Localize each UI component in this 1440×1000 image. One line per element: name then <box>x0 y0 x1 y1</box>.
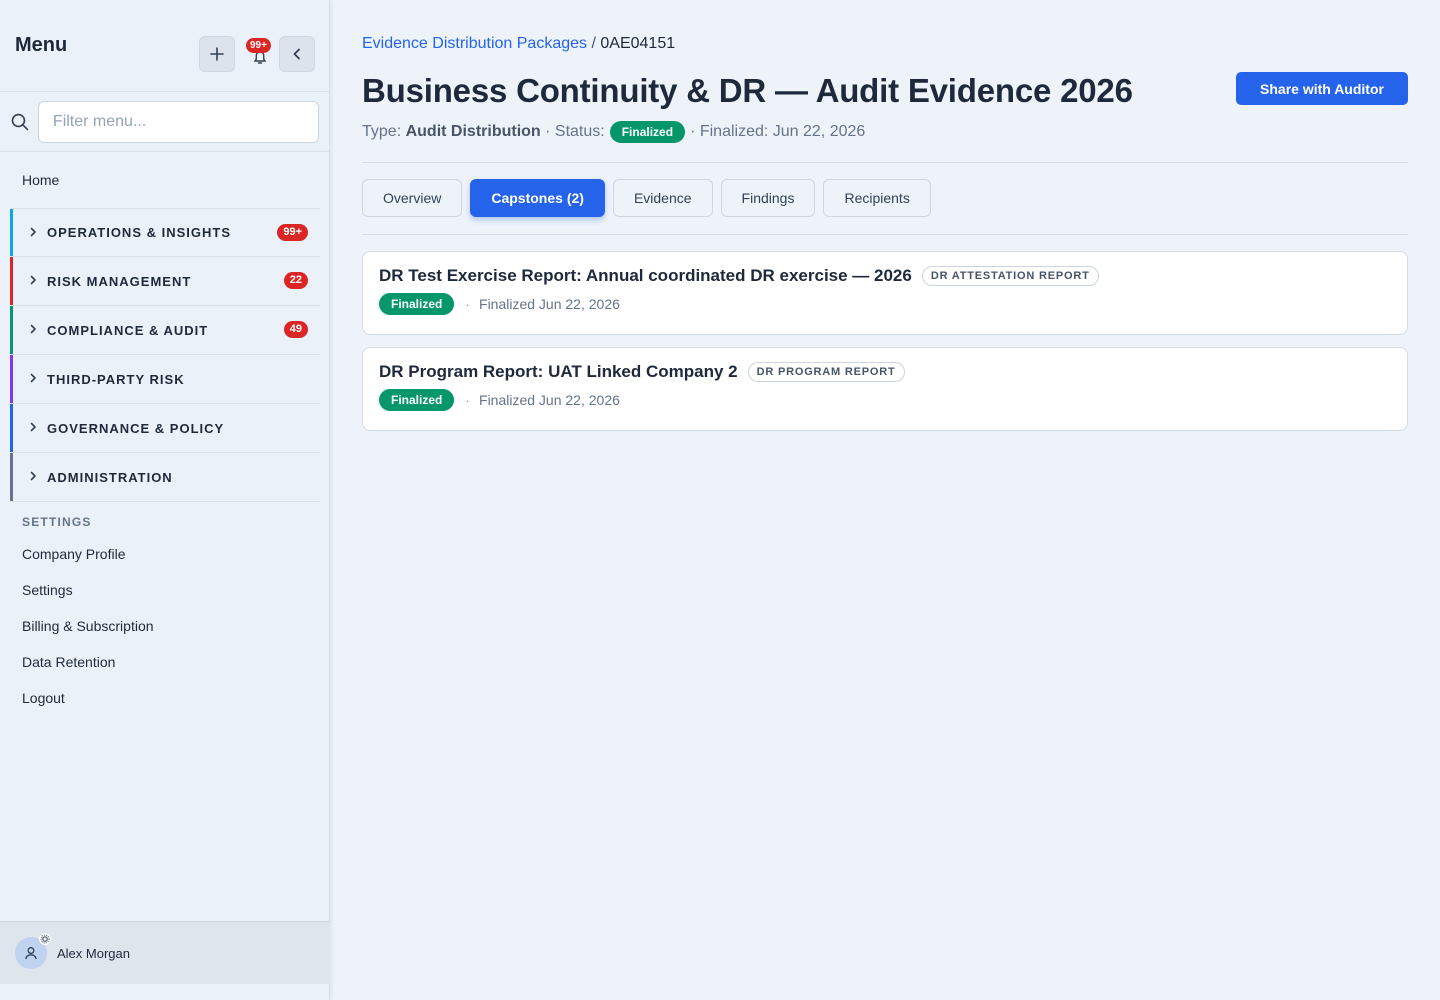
notification-badge: 99+ <box>246 38 271 53</box>
finalized-date: Finalized Jun 22, 2026 <box>479 392 620 408</box>
type-value: Audit Distribution <box>405 123 541 140</box>
count-badge: 22 <box>283 272 308 289</box>
sidebar-item-company-profile[interactable]: Company Profile <box>0 536 329 572</box>
sidebar-search <box>0 92 329 152</box>
share-with-auditor-button[interactable]: Share with Auditor <box>1236 72 1408 105</box>
group-accent-bar <box>10 306 13 354</box>
sidebar-group-label: OPERATIONS & INSIGHTS <box>47 225 231 240</box>
status-badge: Finalized <box>379 293 455 315</box>
chevron-right-icon <box>28 274 40 288</box>
meta-separator: · <box>465 392 471 408</box>
chevron-left-icon <box>293 48 300 60</box>
report-type-tag: DR PROGRAM REPORT <box>747 362 905 382</box>
user-icon <box>25 947 37 960</box>
meta-separator: · <box>465 296 471 312</box>
chevron-right-icon <box>28 323 40 337</box>
sidebar-header: Menu 99+ <box>0 0 329 92</box>
user-profile[interactable]: Alex Morgan <box>0 921 330 984</box>
sidebar-group-compliance-audit[interactable]: COMPLIANCE & AUDIT 49 <box>10 306 320 355</box>
sidebar: Menu 99+ Home OPERATIONS & INSIGHTS 99+ RI… <box>0 0 330 1000</box>
group-accent-bar <box>10 404 13 452</box>
finalized-date: · Finalized: Jun 22, 2026 <box>690 123 866 140</box>
sidebar-group-administration[interactable]: ADMINISTRATION <box>10 453 320 502</box>
sidebar-item-settings[interactable]: Settings <box>0 572 329 608</box>
count-badge: 99+ <box>277 224 308 241</box>
tab-recipients[interactable]: Recipients <box>823 179 931 217</box>
tab-bar: Overview Capstones (2) Evidence Findings Rec… <box>362 179 939 217</box>
chevron-right-icon <box>28 226 40 240</box>
gear-icon <box>39 933 51 945</box>
plus-icon <box>210 47 224 61</box>
sidebar-item-data-retention[interactable]: Data Retention <box>0 644 329 680</box>
sidebar-title: Menu <box>15 34 68 56</box>
group-accent-bar <box>10 257 13 305</box>
user-name: Alex Morgan <box>57 945 130 961</box>
search-icon <box>11 113 29 130</box>
sidebar-group-third-party-risk[interactable]: THIRD-PARTY RISK <box>10 355 320 404</box>
sidebar-groups: OPERATIONS & INSIGHTS 99+ RISK MANAGEMENT 2… <box>0 208 329 502</box>
page-title: Business Continuity & DR — Audit Evidenc… <box>362 72 1133 109</box>
sidebar-group-label: RISK MANAGEMENT <box>47 273 192 289</box>
capstone-title[interactable]: DR Program Report: UAT Linked Company 2 <box>379 362 738 382</box>
tab-evidence[interactable]: Evidence <box>612 179 713 217</box>
tab-findings[interactable]: Findings <box>720 179 816 217</box>
sidebar-item-logout[interactable]: Logout <box>0 680 329 716</box>
filter-menu-input[interactable] <box>37 100 319 143</box>
type-label: Type: <box>362 123 402 140</box>
sidebar-group-label: COMPLIANCE & AUDIT <box>47 322 209 338</box>
package-meta: Type: Audit Distribution · Status: Final… <box>362 121 865 143</box>
chevron-right-icon <box>28 372 40 386</box>
settings-list: Company Profile Settings Billing & Subscri… <box>0 536 329 716</box>
breadcrumb-current: 0AE04151 <box>600 35 676 52</box>
sidebar-group-label: THIRD-PARTY RISK <box>47 371 185 387</box>
report-type-tag: DR ATTESTATION REPORT <box>921 266 1099 286</box>
add-button[interactable] <box>199 36 235 72</box>
tab-capstones[interactable]: Capstones (2) <box>470 179 605 217</box>
group-accent-bar <box>10 209 13 256</box>
sidebar-group-operations-insights[interactable]: OPERATIONS & INSIGHTS 99+ <box>10 208 320 257</box>
capstone-title[interactable]: DR Test Exercise Report: Annual coordina… <box>379 266 912 286</box>
group-accent-bar <box>10 355 13 403</box>
group-accent-bar <box>10 453 13 501</box>
sidebar-group-risk-management[interactable]: RISK MANAGEMENT 22 <box>10 257 320 306</box>
sidebar-group-label: ADMINISTRATION <box>47 469 173 485</box>
sidebar-group-label: GOVERNANCE & POLICY <box>47 420 225 436</box>
breadcrumb-separator: / <box>591 35 596 52</box>
status-badge: Finalized <box>609 121 686 143</box>
breadcrumb: Evidence Distribution Packages / 0AE0415… <box>362 35 675 53</box>
breadcrumb-parent-link[interactable]: Evidence Distribution Packages <box>362 35 587 52</box>
collapse-sidebar-button[interactable] <box>279 36 315 72</box>
avatar[interactable] <box>15 933 51 969</box>
divider <box>362 234 1408 235</box>
divider <box>362 162 1408 163</box>
settings-heading: SETTINGS <box>22 515 92 529</box>
chevron-right-icon <box>28 421 40 435</box>
chevron-right-icon <box>28 470 40 484</box>
finalized-date: Finalized Jun 22, 2026 <box>479 296 620 312</box>
status-label: · Status: <box>545 123 605 140</box>
status-badge: Finalized <box>379 389 455 411</box>
sidebar-group-governance-policy[interactable]: GOVERNANCE & POLICY <box>10 404 320 453</box>
capstone-card[interactable]: DR Program Report: UAT Linked Company 2 D… <box>362 347 1408 431</box>
tab-overview[interactable]: Overview <box>362 179 463 217</box>
sidebar-item-home[interactable]: Home <box>0 152 329 208</box>
sidebar-item-billing-subscription[interactable]: Billing & Subscription <box>0 608 329 644</box>
capstone-card[interactable]: DR Test Exercise Report: Annual coordina… <box>362 251 1408 335</box>
count-badge: 49 <box>283 321 308 338</box>
